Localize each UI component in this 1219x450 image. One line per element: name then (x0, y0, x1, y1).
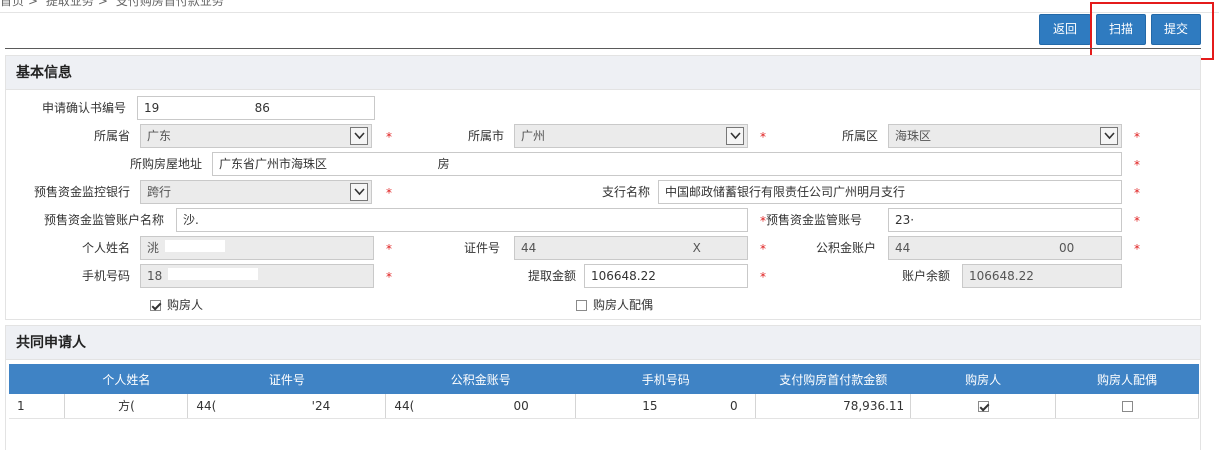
account-no-field[interactable]: 23· (888, 208, 1122, 232)
chevron-down-icon[interactable] (1100, 127, 1118, 145)
cell-amount: 78,936.11 (755, 394, 912, 419)
phone-label: 手机号码 (81, 269, 130, 283)
phone-value: 18 (147, 269, 163, 283)
co-applicants-table: 个人姓名 证件号 公积金账号 手机号码 支付购房首付款金额 购房人 购房人配偶 … (9, 364, 1199, 419)
cell-fund: 44( 00 (385, 394, 577, 419)
bank-select[interactable]: 跨行 (140, 180, 372, 204)
fund-account-label: 公积金账户 (815, 241, 876, 255)
buyer-label: 购房人 (167, 298, 204, 312)
spouse-label: 购房人配偶 (593, 298, 654, 312)
checkbox-empty-icon[interactable] (1121, 400, 1133, 412)
confirm-no-label: 申请确认书编号 (41, 101, 126, 115)
required-mark: * (1134, 214, 1140, 228)
section-title: 基本信息 (6, 56, 1200, 90)
district-value: 海珠区 (895, 129, 932, 143)
required-mark: * (1134, 242, 1140, 256)
account-no-label: 预售资金监管账号 (766, 213, 863, 227)
checkbox-checked-icon[interactable] (977, 400, 989, 412)
city-label: 所属市 (467, 129, 504, 143)
toolbar-divider (5, 48, 1201, 51)
city-select[interactable]: 广州 (514, 124, 748, 148)
bank-value: 跨行 (147, 185, 172, 199)
breadcrumb-item: 支付购房首付款业务 (115, 0, 224, 8)
breadcrumb-item[interactable]: 提取业务 (46, 0, 94, 8)
buyer-checkbox[interactable]: 购房人 (150, 297, 203, 313)
branch-field[interactable]: 中国邮政储蓄银行有限责任公司广州明月支行 (658, 180, 1122, 204)
required-mark: * (1134, 186, 1140, 200)
spouse-checkbox[interactable]: 购房人配偶 (576, 297, 653, 313)
district-select[interactable]: 海珠区 (888, 124, 1122, 148)
balance-field: 106648.22 (962, 264, 1122, 288)
chevron-down-icon[interactable] (726, 127, 744, 145)
account-name-field[interactable]: 沙. (176, 208, 748, 232)
branch-label: 支行名称 (601, 185, 650, 199)
table-row[interactable]: 1 方( 44( '24 44( 00 15 0 78,936.11 (9, 394, 1199, 419)
back-button[interactable]: 返回 (1039, 14, 1091, 45)
column-header: 支付购房首付款金额 (755, 364, 911, 394)
row-index: 1 (9, 394, 66, 419)
cell-phone: 15 0 (575, 394, 757, 419)
table-header-row: 个人姓名 证件号 公积金账号 手机号码 支付购房首付款金额 购房人 购房人配偶 (9, 364, 1199, 394)
required-mark: * (1134, 158, 1140, 172)
address-field[interactable]: 广东省广州市海珠区 房 (212, 152, 1122, 176)
confirm-no-field[interactable]: 19 86 (137, 96, 375, 120)
breadcrumb: 首页 > 提取业务 > 支付购房首付款业务 (0, 0, 228, 8)
column-header: 手机号码 (575, 364, 756, 394)
redaction-mask (165, 240, 226, 252)
province-value: 广东 (147, 129, 172, 143)
required-mark: * (386, 186, 392, 200)
column-header: 证件号 (187, 364, 386, 394)
cell-idno: 44( '24 (187, 394, 387, 419)
address-label: 所购房屋地址 (129, 157, 202, 171)
required-mark: * (760, 130, 766, 144)
required-mark: * (760, 242, 766, 256)
column-header: 购房人 (910, 364, 1056, 394)
person-name-label: 个人姓名 (81, 241, 130, 255)
person-name-field: 洮 (140, 236, 374, 260)
submit-button[interactable]: 提交 (1151, 14, 1201, 45)
cell-buyer (910, 394, 1057, 419)
column-header: 个人姓名 (64, 364, 188, 394)
balance-label: 账户余额 (901, 269, 950, 283)
district-label: 所属区 (841, 129, 878, 143)
header-divider (0, 12, 1219, 13)
province-label: 所属省 (93, 129, 130, 143)
column-header: 购房人配偶 (1055, 364, 1199, 394)
amount-label: 提取金额 (527, 269, 576, 283)
fund-account-field: 44 00 (888, 236, 1122, 260)
breadcrumb-item[interactable]: 首页 (0, 0, 24, 8)
phone-field: 18 (140, 264, 374, 288)
co-applicants-section: 共同申请人 个人姓名 证件号 公积金账号 手机号码 支付购房首付款金额 购房人 … (5, 325, 1201, 450)
cell-name: 方( (64, 394, 189, 419)
redaction-mask (168, 268, 259, 280)
required-mark: * (1134, 130, 1140, 144)
required-mark: * (760, 270, 766, 284)
checkbox-empty-icon[interactable] (576, 300, 587, 311)
required-mark: * (386, 242, 392, 256)
section-title: 共同申请人 (6, 326, 1200, 360)
amount-field[interactable]: 106648.22 (584, 264, 748, 288)
city-value: 广州 (521, 129, 546, 143)
chevron-down-icon[interactable] (350, 127, 368, 145)
person-name-value: 洮 (147, 241, 160, 255)
scan-button[interactable]: 扫描 (1096, 14, 1146, 45)
column-header: 公积金账号 (385, 364, 576, 394)
required-mark: * (386, 270, 392, 284)
required-mark: * (386, 130, 392, 144)
idno-label: 证件号 (463, 241, 500, 255)
chevron-down-icon[interactable] (350, 183, 368, 201)
checkbox-checked-icon[interactable] (150, 300, 161, 311)
cell-spouse (1055, 394, 1199, 419)
idno-field: 44 X (514, 236, 748, 260)
account-name-label: 预售资金监管账户名称 (43, 213, 164, 227)
bank-label: 预售资金监控银行 (33, 185, 130, 199)
province-select[interactable]: 广东 (140, 124, 372, 148)
